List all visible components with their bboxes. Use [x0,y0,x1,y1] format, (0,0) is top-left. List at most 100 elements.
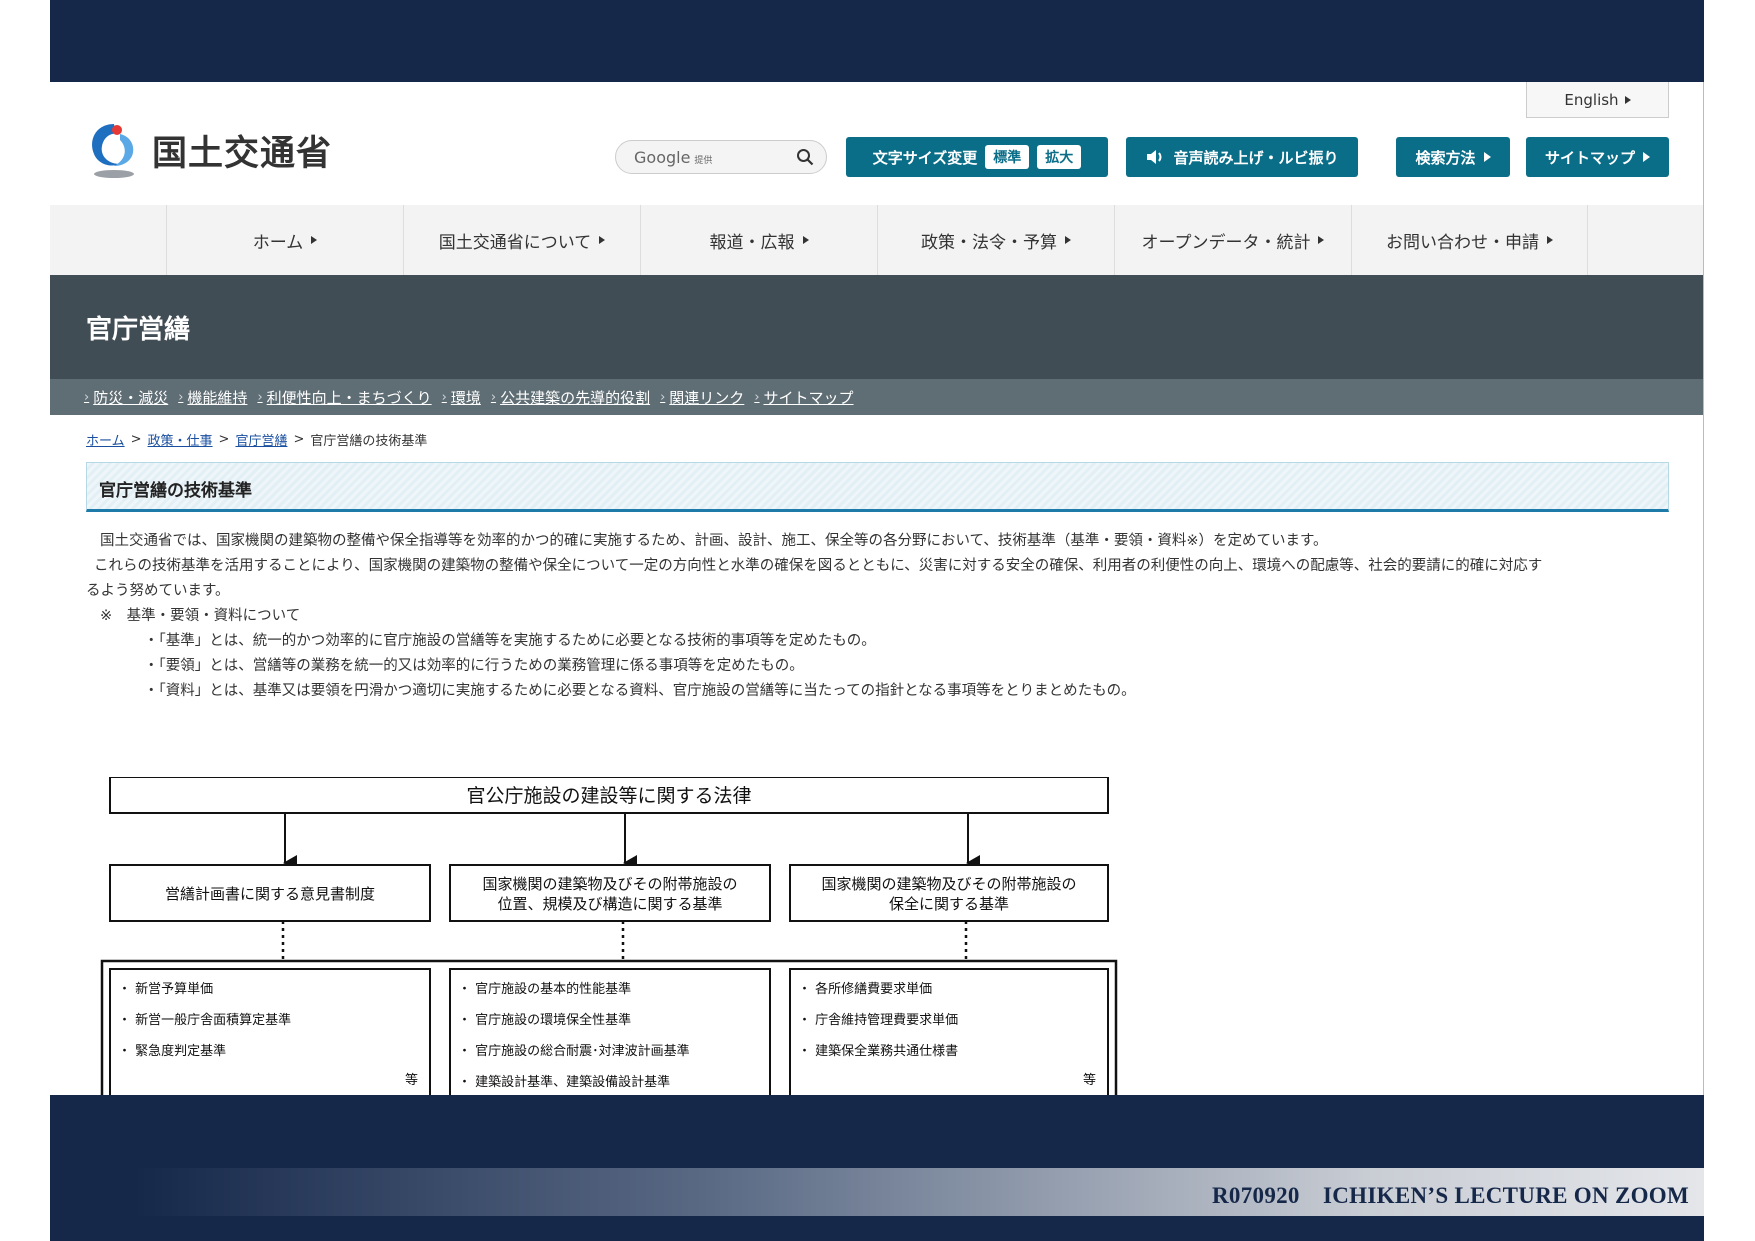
subnav-item-disaster[interactable]: › 防災・減災 [84,387,168,408]
col1-item: ・ 新営一般庁舎面積算定基準 [118,1012,291,1028]
section-subnav: › 防災・減災 › 機能維持 › 利便性向上・まちづくり › 環境 › 公共建築の先導的役… [50,379,1703,415]
page-heading: 官庁営繕の技術基準 [99,481,252,501]
nav-item-label: オープンデータ・統計 [1141,232,1311,253]
note-bullet: ・「資料」とは、基準又は要領を円滑かつ適切に実施するために必要となる資料、官庁施… [144,683,1136,699]
col3-item: ・ 各所修繕費要求単価 [798,981,932,997]
nav-item-policy[interactable]: 政策・法令・予算 [877,205,1114,275]
subnav-item-links[interactable]: › 関連リンク [660,387,744,408]
arrow-right-icon [1318,236,1325,244]
arrow-right-icon [1643,152,1650,162]
size-large-button[interactable]: 拡大 [1037,145,1082,169]
col3-etc: 等 [1083,1072,1096,1088]
intro-text: 国土交通省では、国家機関の建築物の整備や保全指導等を効率的かつ的確に実施するため… [86,529,1676,704]
english-label: English [1564,90,1619,109]
breadcrumb-separator: > [130,432,142,447]
search-suffix: 提供 [694,155,713,166]
breadcrumb-policy-link[interactable]: 政策・仕事 [148,430,213,449]
sitemap-label: サイトマップ [1544,148,1635,167]
arrow-right-icon [1547,236,1553,244]
col2-title-line1: 国家機関の建築物及びその附帯施設の [482,875,737,893]
standards-diagram: 官公庁施設の建設等に関する法律 営繕計画書に関する意見書制度 国家機関の建築物及… [100,777,1118,1095]
nav-item-label: 政策・法令・予算 [921,232,1057,253]
breadcrumb-current: 官庁営繕の技術基準 [310,434,428,449]
col3-item: ・ 庁舎維持管理費要求単価 [798,1012,958,1028]
arrow-right-icon [599,236,606,244]
subnav-item-leading-role[interactable]: › 公共建築の先導的役割 [491,387,650,408]
subnav-item-environment[interactable]: › 環境 [442,387,481,408]
col1-item: ・ 新営予算単価 [118,981,213,997]
subnav-item-function[interactable]: › 機能維持 [178,387,247,408]
voice-ruby-button[interactable]: 音声読み上げ・ルビ振り [1126,137,1358,177]
col3-title-line1: 国家機関の建築物及びその附帯施設の [821,875,1076,893]
section-title-band: 官庁営繕 [50,275,1703,379]
arrow-right-icon [1065,236,1071,244]
nav-item-label: お問い合わせ・申請 [1386,232,1539,253]
law-title: 官公庁施設の建設等に関する法律 [466,785,751,807]
nav-item-about[interactable]: 国土交通省について [403,205,640,275]
nav-item-contact[interactable]: お問い合わせ・申請 [1351,205,1588,275]
nav-item-label: 国土交通省について [438,232,592,253]
subnav-item-label: 関連リンク [669,388,745,407]
text-size-control: 文字サイズ変更 標準 拡大 [846,137,1108,177]
note-bullet: ・「要領」とは、営繕等の業務を統一的又は効率的に行うための業務管理に係る事項等を… [144,658,804,674]
global-nav: ホーム 国土交通省について 報道・広報 政策・法令・予算 オープンデータ・統計 … [50,205,1703,275]
page-heading-box: 官庁営繕の技術基準 [86,462,1669,512]
nav-item-home[interactable]: ホーム [166,205,403,275]
col1-item: ・ 緊急度判定基準 [118,1043,226,1059]
col1-etc: 等 [405,1072,418,1088]
subnav-item-label: 機能維持 [187,388,248,407]
search-method-button[interactable]: 検索方法 [1396,137,1510,177]
chevron-right-icon: › [754,389,760,405]
col2-item: ・ 官庁施設の環境保全性基準 [458,1012,631,1028]
browser-page: English 国土交通省 Google 提供 文字サイズ変更 標準 拡大 音声読… [50,82,1704,1095]
intro-paragraph-1: 国土交通省では、国家機関の建築物の整備や保全指導等を効率的かつ的確に実施するため… [100,533,1328,549]
search-box[interactable]: Google 提供 [615,140,827,174]
nav-item-opendata[interactable]: オープンデータ・統計 [1114,205,1351,275]
breadcrumb-home-link[interactable]: ホーム [86,430,125,449]
intro-paragraph-2-cont: るよう努めています。 [86,583,230,599]
english-button[interactable]: English [1526,82,1669,118]
nav-item-label: 報道・広報 [709,232,795,253]
subnav-item-sitemap[interactable]: › サイトマップ [754,387,853,408]
search-icon[interactable] [796,148,814,166]
chevron-right-icon: › [257,389,263,405]
search-brand: Google [634,147,691,167]
size-standard-button[interactable]: 標準 [985,145,1030,169]
chevron-right-icon: › [178,389,184,405]
col3-item: ・ 建築保全業務共通仕様書 [798,1043,958,1059]
breadcrumb-eizen-link[interactable]: 官庁営繕 [235,430,287,449]
chevron-right-icon: › [490,389,497,405]
section-title: 官庁営繕 [86,315,191,345]
chevron-right-icon: › [660,389,666,405]
slide-caption: R070920 ICHIKEN’S LECTURE ON ZOOM [1212,1183,1689,1208]
col2-item: ・ 官庁施設の基本的性能基準 [458,981,631,997]
breadcrumb: ホーム > 政策・仕事 > 官庁営繕 > 官庁営繕の技術基準 [86,430,427,449]
nav-item-press[interactable]: 報道・広報 [640,205,877,275]
search-method-label: 検索方法 [1415,148,1476,167]
chevron-right-icon: › [441,389,447,405]
text-size-label: 文字サイズ変更 [872,148,978,167]
breadcrumb-separator: > [218,432,230,447]
mlit-logo[interactable]: 国土交通省 [86,120,332,180]
search-placeholder: Google 提供 [634,148,796,167]
arrow-right-icon [1483,152,1491,162]
note-title: ※ 基準・要領・資料について [100,608,301,624]
subnav-item-label: 公共建築の先導的役割 [500,388,651,407]
subnav-item-label: 利便性向上・まちづくり [266,388,432,407]
subnav-item-convenience[interactable]: › 利便性向上・まちづくり [257,387,431,408]
subnav-item-label: サイトマップ [763,388,854,407]
col1-title: 営繕計画書に関する意見書制度 [165,885,375,903]
note-bullet: ・「基準」とは、統一的かつ効率的に官庁施設の営繕等を実施するために必要となる技術… [144,633,876,649]
mlit-emblem-icon [92,124,134,178]
arrow-right-icon [1624,95,1631,104]
nav-item-label: ホーム [252,232,304,253]
subnav-item-label: 防災・減災 [93,388,169,407]
chevron-right-icon: › [84,389,90,405]
col2-item: ・ 建築設計基準、建築設備設計基準 [458,1074,670,1090]
speaker-icon [1147,150,1162,164]
intro-paragraph-2: これらの技術基準を活用することにより、国家機関の建築物の整備や保全について一定の… [94,558,1543,574]
arrow-right-icon [802,236,809,244]
sitemap-button[interactable]: サイトマップ [1526,137,1669,177]
breadcrumb-separator: > [293,432,305,447]
slide-top-band [50,0,1704,82]
